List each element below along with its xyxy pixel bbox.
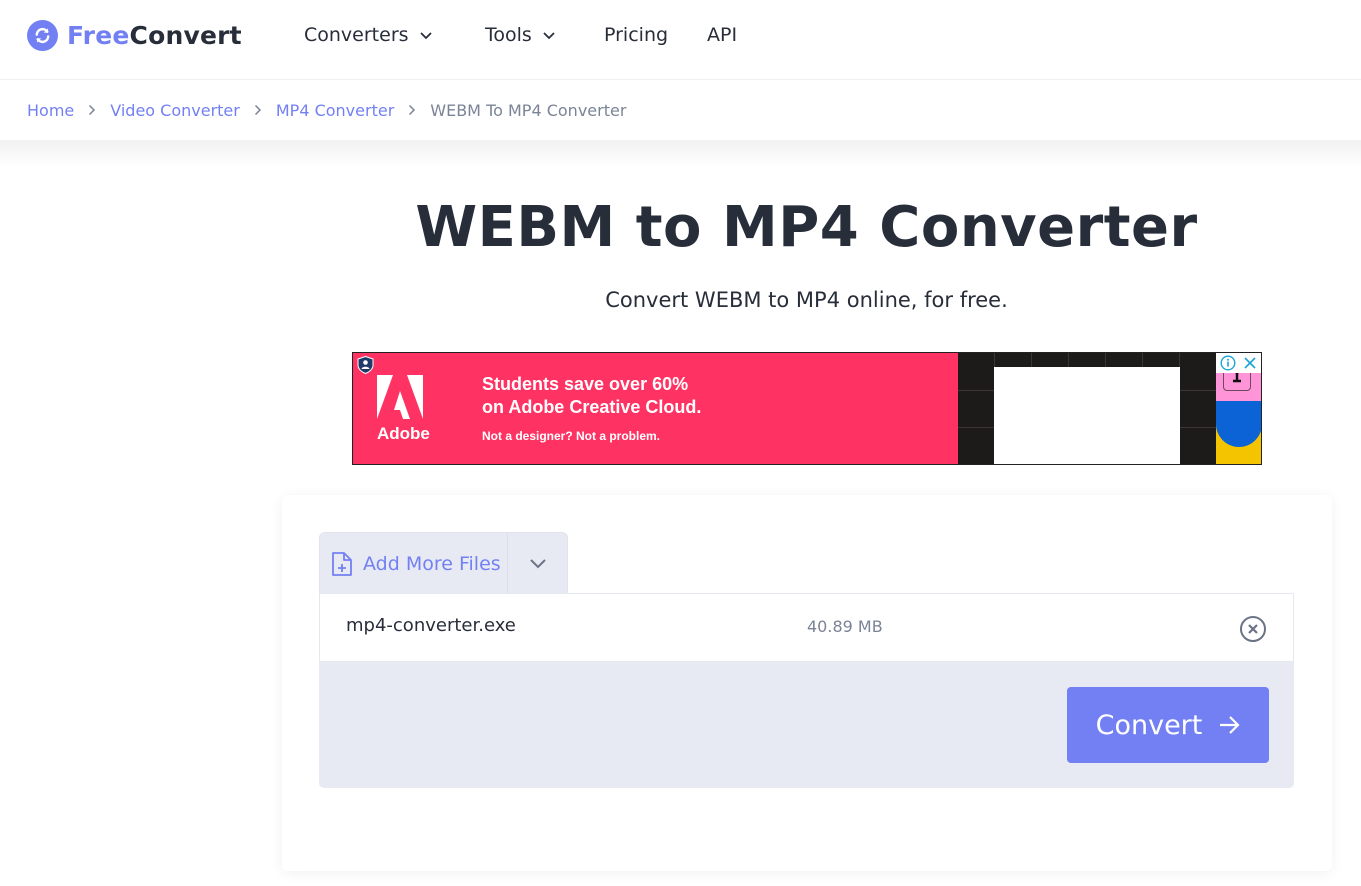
nav-pricing[interactable]: Pricing: [604, 21, 668, 49]
refresh-logo-icon: [27, 19, 58, 51]
chevron-right-icon: [254, 104, 262, 116]
breadcrumb-current: WEBM To MP4 Converter: [430, 100, 627, 120]
add-files-dropdown-toggle[interactable]: [508, 533, 567, 594]
nav-tools[interactable]: Tools: [485, 21, 556, 49]
ad-side-blue: [1216, 401, 1261, 447]
ad-grid-line: [1031, 353, 1032, 367]
ad-grid-line: [1142, 353, 1143, 367]
add-files-control: Add More Files: [319, 532, 568, 594]
file-name: mp4-converter.exe: [346, 615, 516, 636]
ad-subline: Not a designer? Not a problem.: [482, 429, 661, 443]
ad-headline: Students save over 60% on Adobe Creative…: [482, 373, 701, 419]
adobe-logo-icon: [377, 375, 423, 419]
chevron-right-icon: [408, 104, 416, 116]
ad-headline-line1: Students save over 60%: [482, 374, 689, 394]
ad-image-placeholder: [994, 367, 1180, 464]
nav-api-label: API: [707, 24, 738, 46]
remove-file-icon[interactable]: [1239, 615, 1267, 643]
add-more-files-button[interactable]: Add More Files: [320, 533, 508, 594]
ad-info-icon[interactable]: [1220, 355, 1236, 371]
add-more-files-label: Add More Files: [363, 552, 501, 575]
ad-main-panel: Adobe Students save over 60% on Adobe Cr…: [353, 353, 958, 464]
logo-text-free: Free: [67, 20, 130, 50]
nav-api[interactable]: API: [707, 21, 737, 49]
breadcrumb: Home Video Converter MP4 Converter WEBM …: [27, 98, 626, 122]
logo-text-convert: Convert: [129, 20, 242, 50]
chevron-down-icon: [529, 559, 546, 569]
file-list-item: mp4-converter.exe 40.89 MB: [319, 593, 1294, 662]
convert-button-label: Convert: [1095, 709, 1203, 741]
ad-grid-line: [1179, 353, 1180, 367]
ad-grid-line: [1068, 353, 1069, 367]
ad-brand-name: Adobe: [377, 424, 430, 443]
ad-headline-line2: on Adobe Creative Cloud.: [482, 397, 702, 417]
ad-privacy-shield-icon[interactable]: [357, 356, 374, 374]
breadcrumb-video-converter[interactable]: Video Converter: [110, 101, 240, 120]
freeconvert-logo[interactable]: FreeConvert: [27, 19, 242, 51]
page-subtitle: Convert WEBM to MP4 online, for free.: [605, 288, 1008, 312]
nav-converters-label: Converters: [304, 24, 409, 46]
chevron-right-icon: [88, 104, 96, 116]
chevron-down-icon: [419, 31, 432, 39]
nav-converters[interactable]: Converters: [304, 21, 433, 49]
file-add-icon: [332, 551, 352, 576]
chevron-down-icon: [543, 31, 555, 39]
site-header: FreeConvert Converters Tools Pricing API: [0, 0, 1361, 80]
nav-pricing-label: Pricing: [604, 24, 669, 46]
ad-close-icon[interactable]: [1243, 356, 1257, 370]
breadcrumb-home[interactable]: Home: [27, 101, 74, 120]
file-size: 40.89 MB: [807, 617, 883, 636]
ad-grid-line: [1105, 353, 1106, 367]
logo-text: FreeConvert: [67, 21, 242, 50]
nav-tools-label: Tools: [485, 24, 532, 46]
breadcrumb-mp4-converter[interactable]: MP4 Converter: [276, 101, 394, 120]
arrow-right-icon: [1220, 716, 1240, 734]
ad-controls[interactable]: [1216, 353, 1261, 373]
convert-action-bar: Convert: [319, 662, 1294, 788]
page-title: WEBM to MP4 Converter: [415, 195, 1198, 260]
advertisement-banner[interactable]: Adobe Students save over 60% on Adobe Cr…: [352, 352, 1262, 465]
breadcrumb-divider: [0, 140, 1361, 168]
convert-button[interactable]: Convert: [1067, 687, 1269, 763]
